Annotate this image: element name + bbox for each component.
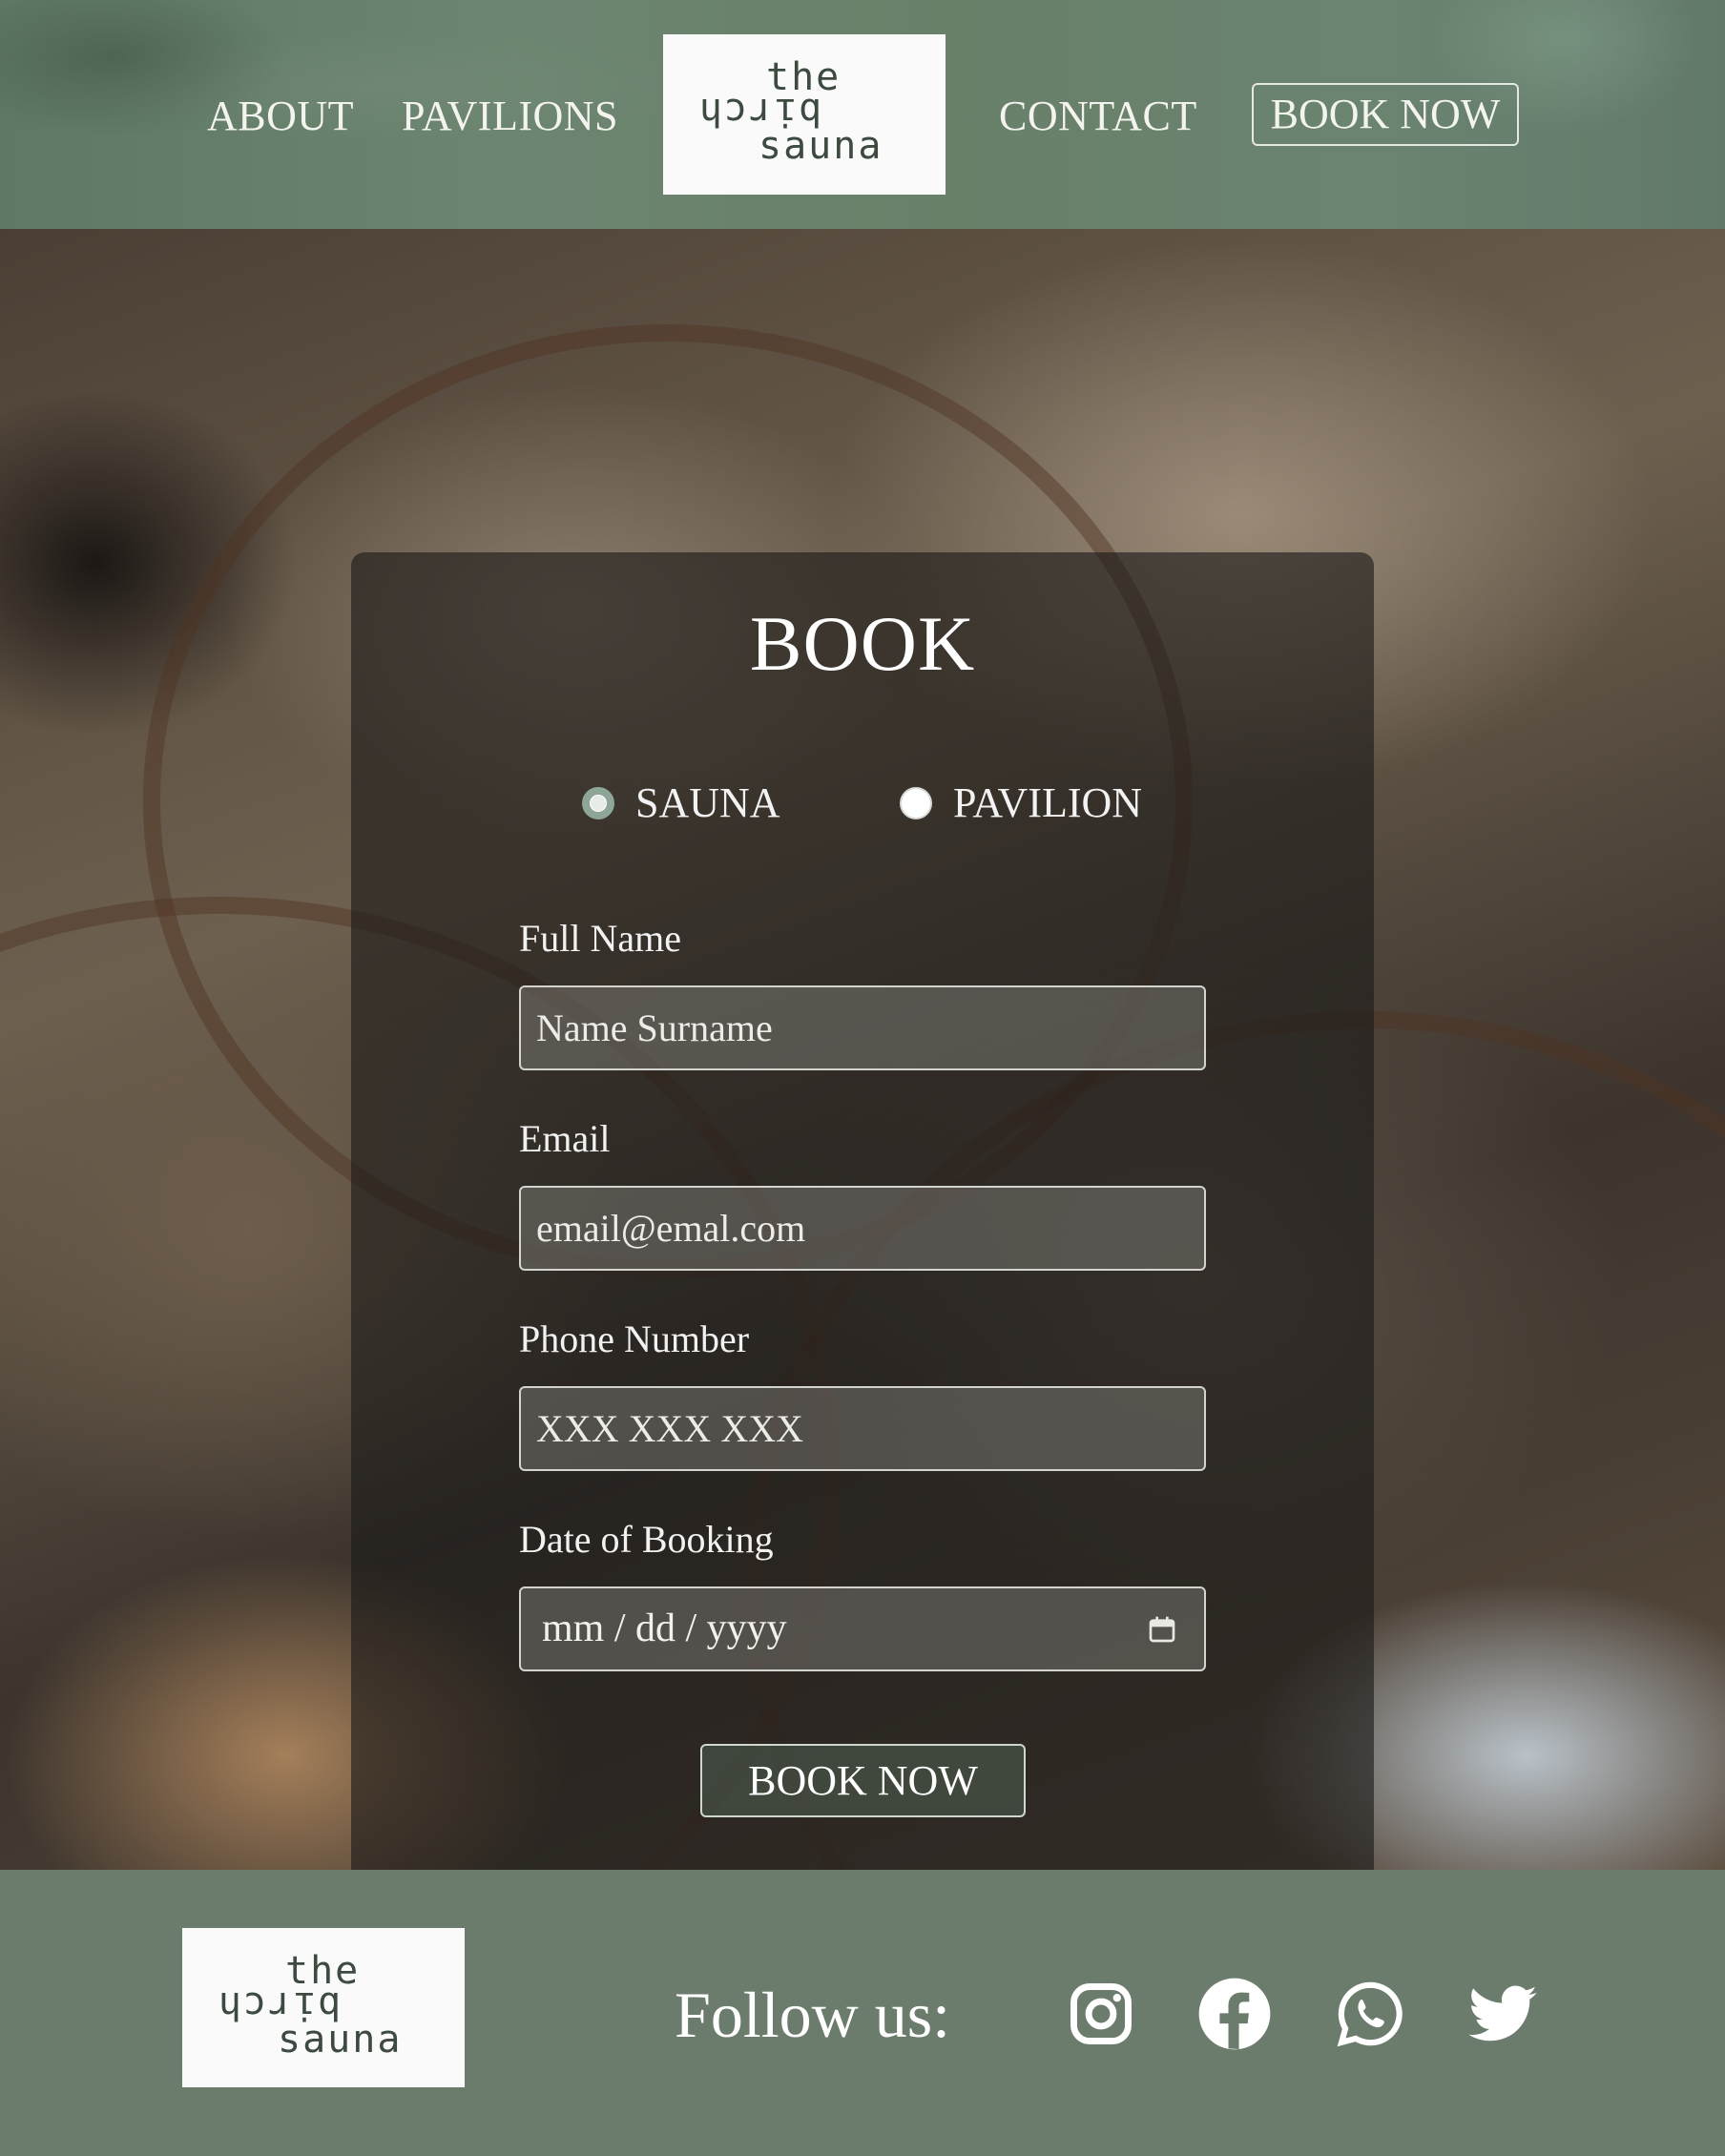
nav-about[interactable]: ABOUT — [207, 88, 354, 145]
whatsapp-icon[interactable] — [1333, 1977, 1407, 2051]
full-name-label: Full Name — [519, 917, 681, 960]
phone-input[interactable] — [519, 1386, 1206, 1471]
facebook-icon[interactable] — [1197, 1977, 1272, 2051]
nav-pavilions[interactable]: PAVILIONS — [402, 88, 618, 145]
book-now-submit-button[interactable]: BOOK NOW — [700, 1744, 1026, 1817]
site-header: ABOUT PAVILIONS the birch sauna CONTACT … — [0, 0, 1725, 229]
full-name-input[interactable] — [519, 985, 1206, 1070]
footer-logo[interactable]: the birch sauna — [182, 1928, 465, 2087]
twitter-icon[interactable] — [1465, 1977, 1540, 2051]
nav-book-now-button[interactable]: BOOK NOW — [1252, 83, 1519, 146]
phone-label: Phone Number — [519, 1317, 750, 1360]
date-label: Date of Booking — [519, 1518, 774, 1561]
hero-background-logs: BOOK SAUNA PAVILION Full Name Email Phon… — [0, 229, 1725, 1870]
form-title: BOOK — [749, 600, 976, 687]
logo-word-sauna: sauna — [278, 2018, 403, 2062]
radio-pavilion-unchecked[interactable] — [900, 787, 932, 819]
radio-sauna-checked[interactable] — [582, 787, 614, 819]
radio-option-sauna[interactable]: SAUNA — [582, 777, 780, 830]
radio-label-pavilion: PAVILION — [953, 779, 1143, 826]
booking-form-card: BOOK SAUNA PAVILION Full Name Email Phon… — [351, 552, 1374, 1870]
email-label: Email — [519, 1117, 611, 1160]
radio-label-sauna: SAUNA — [635, 779, 780, 826]
date-input[interactable]: mm / dd / yyyy — [519, 1586, 1206, 1671]
date-placeholder: mm / dd / yyyy — [542, 1607, 787, 1650]
radio-option-pavilion[interactable]: PAVILION — [900, 777, 1142, 830]
follow-us-text: Follow us: — [675, 1979, 951, 2051]
calendar-icon[interactable] — [1147, 1614, 1177, 1645]
email-input[interactable] — [519, 1186, 1206, 1271]
nav-contact[interactable]: CONTACT — [999, 88, 1197, 145]
header-logo[interactable]: the birch sauna — [663, 34, 946, 195]
logo-word-sauna: sauna — [759, 124, 883, 168]
instagram-icon[interactable] — [1064, 1977, 1138, 2051]
